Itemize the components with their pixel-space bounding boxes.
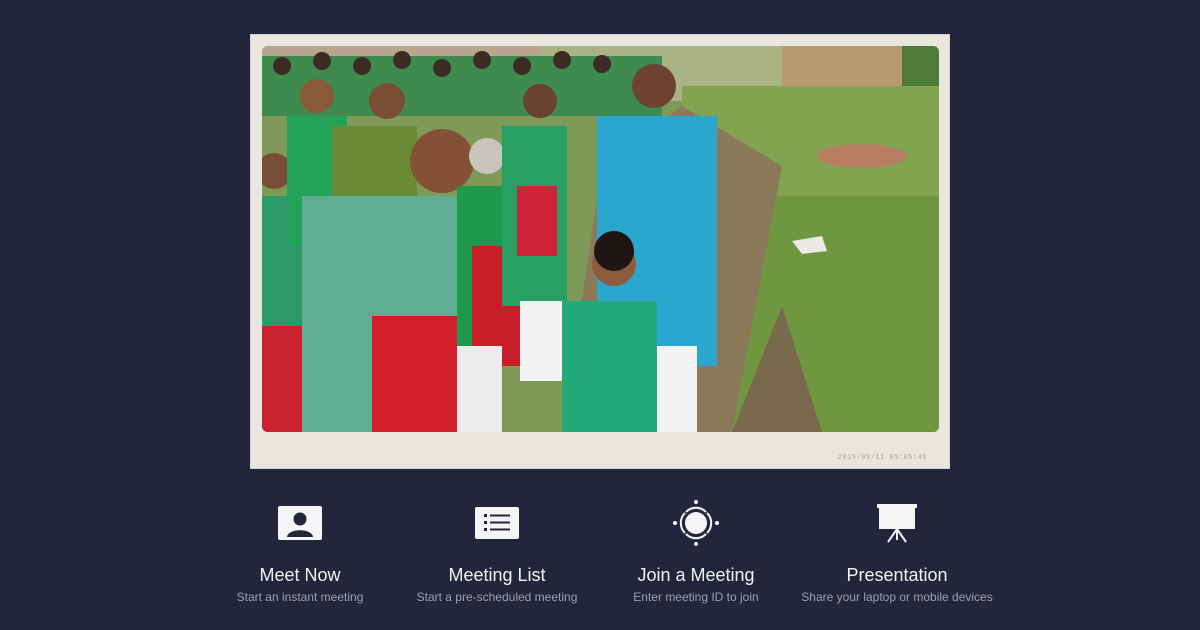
list-icon [397,495,597,551]
person-icon [200,495,400,551]
join-meeting-title: Join a Meeting [637,565,755,585]
meet-now-subtitle: Start an instant meeting [236,590,364,604]
photo-icon [262,46,939,432]
meet-now-button[interactable]: Meet Now Start an instant meeting [200,495,400,604]
action-bar: Meet Now Start an instant meeting Meetin… [0,495,1200,615]
presentation-title: Presentation [846,565,948,585]
hero-photo-frame: 2015/09/11 05:05:46 [250,34,950,469]
meeting-list-subtitle: Start a pre-scheduled meeting [416,590,578,604]
join-icon [596,495,796,551]
join-meeting-subtitle: Enter meeting ID to join [633,590,759,604]
meeting-list-title: Meeting List [448,565,546,585]
join-meeting-button[interactable]: Join a Meeting Enter meeting ID to join [596,495,796,604]
projector-icon [797,495,997,551]
photo-timestamp: 2015/09/11 05:05:46 [837,454,927,462]
presentation-button[interactable]: Presentation Share your laptop or mobile… [797,495,997,604]
presentation-subtitle: Share your laptop or mobile devices [801,590,993,604]
hero-photo [262,46,939,432]
meet-now-title: Meet Now [259,565,341,585]
meeting-list-button[interactable]: Meeting List Start a pre-scheduled meeti… [397,495,597,604]
